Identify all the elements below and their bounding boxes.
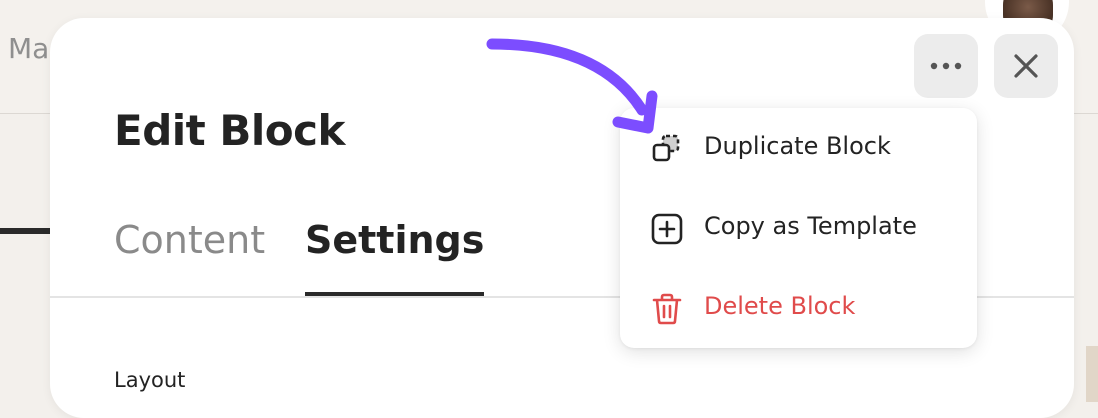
- menu-item-label: Delete Block: [704, 292, 856, 320]
- background-divider: [0, 228, 54, 234]
- background-page-title: Ma: [8, 32, 50, 65]
- close-button[interactable]: [994, 34, 1058, 98]
- background-panel-edge: [1086, 346, 1098, 402]
- menu-item-delete-block[interactable]: Delete Block: [620, 272, 977, 344]
- menu-item-copy-as-template[interactable]: Copy as Template: [620, 192, 977, 264]
- menu-item-duplicate-block[interactable]: Duplicate Block: [620, 112, 977, 184]
- tab-settings-label: Settings: [305, 218, 485, 262]
- more-options-button[interactable]: [914, 34, 978, 98]
- block-actions-menu: Duplicate Block Copy as Template Delete …: [620, 108, 977, 348]
- plus-square-icon: [651, 213, 683, 245]
- modal-title: Edit Block: [114, 106, 345, 155]
- close-icon: [1014, 54, 1038, 78]
- layout-section-label: Layout: [114, 368, 186, 392]
- menu-item-label: Duplicate Block: [704, 132, 891, 160]
- tab-content[interactable]: Content: [114, 218, 265, 262]
- trash-icon: [652, 293, 682, 325]
- more-horizontal-icon: [930, 62, 962, 70]
- tab-settings[interactable]: Settings: [305, 218, 485, 296]
- annotation-arrow-icon: [486, 38, 658, 134]
- menu-item-label: Copy as Template: [704, 212, 917, 240]
